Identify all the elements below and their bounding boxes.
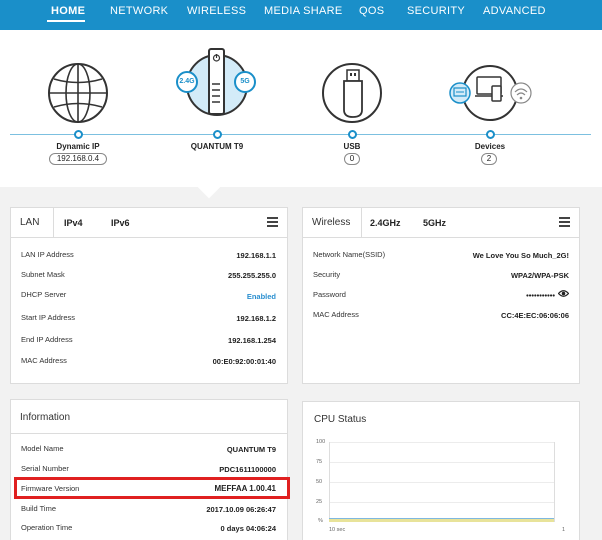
firmware-highlight-box: [14, 477, 290, 499]
network-topology: 2.4G 5G Dynamic IP 192.168.0.4 QUANTUM T…: [0, 30, 602, 187]
usb-node-dot: [348, 130, 357, 139]
cpu-y-unit: %: [318, 518, 323, 524]
cpu-usage-area: [329, 519, 554, 522]
wireless-row-label: Password: [313, 290, 346, 299]
password-masked-value: •••••••••••: [526, 291, 555, 300]
lan-row-label: Start IP Address: [21, 313, 76, 322]
router-label: QUANTUM T9: [190, 142, 244, 151]
wireless-tab-divider: [361, 208, 362, 238]
usb-count-pill[interactable]: 0: [344, 153, 360, 165]
wireless-panel-header: Wireless 2.4GHz 5GHz: [303, 208, 579, 238]
cpu-gridline: [329, 462, 554, 463]
lan-row-value: 192.168.1.2: [236, 314, 276, 323]
cpu-gridline: [329, 442, 554, 443]
band-24g-badge: 2.4G: [176, 71, 198, 93]
operation-time-value: 0 days 04:06:24: [220, 524, 276, 533]
band-5g-badge: 5G: [234, 71, 256, 93]
tab-24ghz[interactable]: 2.4GHz: [370, 218, 401, 228]
show-password-eye-icon[interactable]: [558, 289, 569, 298]
cpu-gridline: [329, 502, 554, 503]
lan-row-label: DHCP Server: [21, 290, 67, 299]
router-node-dot: [213, 130, 222, 139]
information-header-divider: [11, 433, 287, 434]
cpu-right-axis-line: [554, 442, 555, 522]
cpu-y-axis-line: [329, 442, 330, 522]
usb-label: USB: [343, 142, 361, 151]
internet-label: Dynamic IP: [56, 142, 100, 151]
cpu-usage-line: [329, 518, 554, 519]
lan-row-label: Subnet Mask: [21, 270, 65, 279]
lan-row-label: MAC Address: [21, 356, 67, 365]
info-row-label: Serial Number: [21, 464, 69, 473]
lan-menu-icon[interactable]: [267, 217, 278, 227]
nav-qos[interactable]: QOS: [359, 5, 384, 17]
cpu-x-end-label: 1: [562, 527, 566, 533]
lan-row-value: 00:E0:92:00:01:40: [212, 357, 276, 366]
wireless-row-label: Network Name(SSID): [313, 250, 386, 259]
wireless-mac-value: CC:4E:EC:06:06:06: [501, 311, 569, 320]
devices-label: Devices: [474, 142, 506, 151]
cpu-x-start-label: 10 sec: [329, 527, 346, 533]
model-name-value: QUANTUM T9: [226, 445, 276, 454]
wireless-title: Wireless: [312, 217, 351, 228]
nav-media-share[interactable]: MEDIA SHARE: [264, 5, 343, 17]
usb-drive-icon[interactable]: [321, 62, 383, 124]
info-row-label: Operation Time: [21, 523, 73, 532]
cpu-y-tick: 100: [316, 439, 326, 445]
topology-connection-line: [10, 134, 591, 135]
serial-number-value: PDC1611100000: [219, 465, 276, 474]
lan-row-label: LAN IP Address: [21, 250, 74, 259]
cpu-y-tick: 25: [316, 499, 323, 505]
devices-count-pill[interactable]: 2: [481, 153, 497, 165]
lan-title: LAN: [20, 217, 40, 228]
cpu-gridline: [329, 482, 554, 483]
nav-home[interactable]: HOME: [51, 5, 85, 17]
build-time-value: 2017.10.09 06:26:47: [206, 505, 276, 514]
lan-row-value: 192.168.1.1: [236, 251, 276, 260]
tab-5ghz[interactable]: 5GHz: [423, 218, 446, 228]
lan-row-value: 192.168.1.254: [228, 336, 276, 345]
cpu-y-tick: 75: [316, 459, 323, 465]
devices-node-dot: [486, 130, 495, 139]
nav-advanced[interactable]: ADVANCED: [483, 5, 546, 17]
nav-security[interactable]: SECURITY: [407, 5, 465, 17]
lan-row-label: End IP Address: [21, 335, 73, 344]
ssid-value: We Love You So Much_2G!: [472, 251, 569, 260]
cpu-y-tick: 50: [316, 479, 323, 485]
nav-active-indicator: [47, 20, 85, 22]
lan-panel-header: LAN IPv4 IPv6: [11, 208, 287, 238]
devices-icon[interactable]: [448, 64, 534, 126]
nav-wireless[interactable]: WIRELESS: [187, 5, 246, 17]
wireless-row-label: MAC Address: [313, 310, 359, 319]
internet-ip-pill[interactable]: 192.168.0.4: [49, 153, 107, 165]
tab-ipv6[interactable]: IPv6: [111, 218, 130, 228]
tab-ipv4[interactable]: IPv4: [64, 218, 83, 228]
info-row-label: Model Name: [21, 444, 64, 453]
information-title: Information: [20, 412, 71, 423]
lan-tab-divider: [53, 208, 54, 238]
info-row-label: Build Time: [21, 504, 57, 513]
lan-row-value: 255.255.255.0: [228, 271, 276, 280]
wireless-menu-icon[interactable]: [559, 217, 570, 227]
dhcp-enabled-link[interactable]: Enabled: [247, 292, 276, 301]
security-value: WPA2/WPA-PSK: [510, 271, 569, 280]
globe-icon[interactable]: [47, 62, 109, 124]
cpu-status-title: CPU Status: [314, 414, 367, 425]
top-navigation: HOME NETWORK WIRELESS MEDIA SHARE QOS SE…: [0, 0, 602, 30]
wireless-row-label: Security: [313, 270, 341, 279]
nav-network[interactable]: NETWORK: [110, 5, 168, 17]
internet-node-dot: [74, 130, 83, 139]
